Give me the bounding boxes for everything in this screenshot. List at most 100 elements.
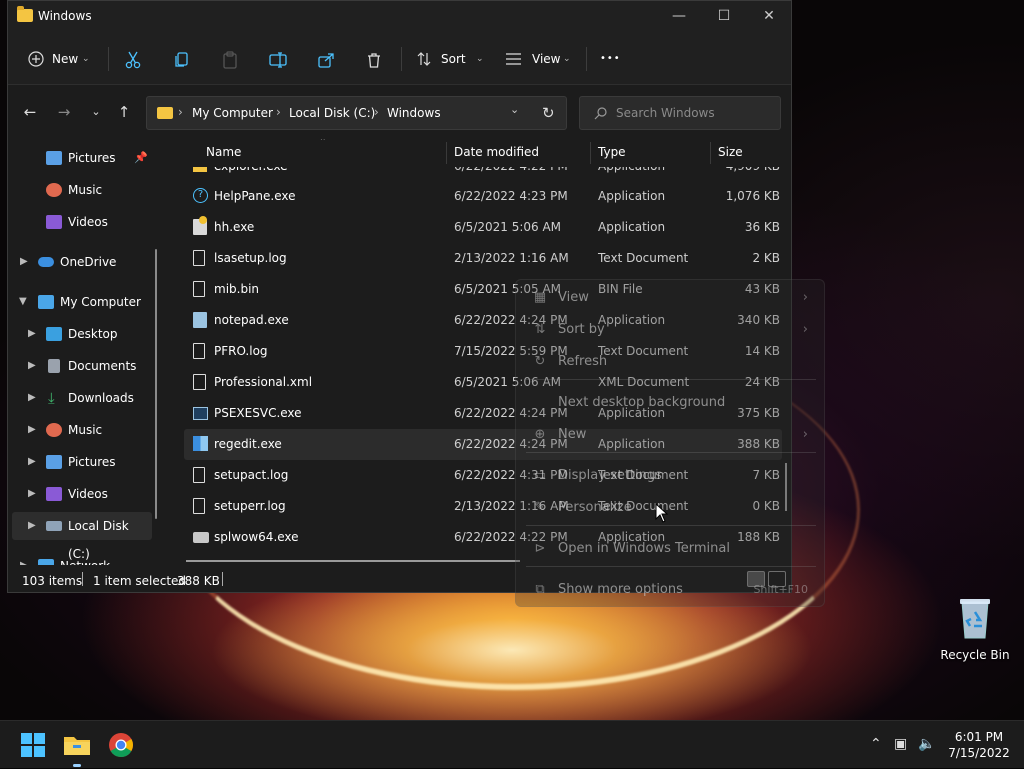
share-icon: ⧉	[535, 582, 545, 597]
maximize-button[interactable]: ☐	[701, 1, 747, 33]
nav-scrollbar[interactable]	[155, 249, 157, 519]
menu-item-view[interactable]: ▦ View ›	[516, 281, 824, 315]
pictures-icon	[46, 151, 62, 165]
paste-button[interactable]	[221, 43, 241, 75]
menu-item-sort-by[interactable]: ⇅ Sort by ›	[516, 313, 824, 347]
network-icon[interactable]: ▣	[894, 736, 907, 752]
search-box[interactable]	[579, 96, 781, 130]
column-header-size[interactable]: Size	[718, 145, 743, 159]
chevron-down-icon: ⌄	[563, 54, 571, 64]
cloud-icon	[38, 257, 54, 267]
column-divider[interactable]	[590, 142, 591, 164]
app-window-icon	[193, 407, 208, 420]
file-date: 2/13/2022 1:16 AM	[454, 251, 569, 265]
volume-icon[interactable]: 🔈	[918, 736, 935, 752]
nav-item-my-computer[interactable]: ▼ My Computer	[8, 288, 156, 316]
folder-icon	[17, 6, 33, 22]
menu-item-display-settings[interactable]: ▭ Display settings	[516, 459, 824, 493]
window-title: Windows	[38, 9, 92, 23]
nav-item-downloads[interactable]: ▶ ⤓ Downloads	[8, 384, 156, 412]
chevron-down-icon: ⌄	[82, 54, 90, 64]
column-divider[interactable]	[446, 142, 447, 164]
file-name: notepad.exe	[214, 313, 289, 327]
recent-chevron-icon[interactable]: ⌄	[84, 100, 108, 124]
documents-icon	[48, 359, 60, 373]
navigation-pane: Pictures 📌 Music Videos ▶ OneDrive ▼ My …	[8, 139, 165, 565]
cut-button[interactable]	[124, 43, 144, 75]
show-hidden-icons-chevron-up-icon[interactable]: ⌃	[870, 736, 882, 752]
share-button[interactable]	[317, 43, 337, 75]
computer-icon	[38, 295, 54, 309]
back-arrow-icon[interactable]: ←	[18, 100, 42, 124]
breadcrumb-windows[interactable]: Windows	[387, 106, 441, 120]
column-header-name[interactable]: Name	[206, 145, 241, 159]
taskbar-clock[interactable]: 6:01 PM 7/15/2022	[940, 729, 1018, 761]
search-input[interactable]	[616, 105, 766, 121]
copy-icon	[175, 52, 188, 67]
file-name: PFRO.log	[214, 344, 268, 358]
nav-item-music[interactable]: ▶ Music	[8, 416, 156, 444]
nav-item-onedrive[interactable]: ▶ OneDrive	[8, 248, 156, 276]
new-button[interactable]: New ⌄	[28, 43, 94, 75]
column-divider[interactable]	[710, 142, 711, 164]
nav-item-pictures[interactable]: ▶ Pictures	[8, 448, 156, 476]
file-name: splwow64.exe	[214, 530, 299, 544]
close-button[interactable]: ✕	[746, 1, 792, 33]
nav-item-music[interactable]: Music	[8, 176, 156, 204]
menu-item-show-more-options[interactable]: ⧉ Show more options Shift+F10	[516, 573, 824, 607]
breadcrumb-my-computer[interactable]: My Computer	[192, 106, 273, 120]
minimize-button[interactable]: —	[656, 1, 702, 33]
nav-item-local-disk[interactable]: ▶ Local Disk (C:)	[12, 512, 152, 561]
table-row[interactable]: ? HelpPane.exe 6/22/2022 4:23 PM Applica…	[184, 181, 782, 212]
address-bar[interactable]: › My Computer › Local Disk (C:) › Window…	[146, 96, 567, 130]
view-button[interactable]: View ⌄	[505, 43, 575, 75]
new-button-label: New	[52, 52, 79, 66]
sort-icon	[417, 52, 431, 66]
chevron-right-icon: ▶	[28, 328, 36, 339]
menu-item-next-background[interactable]: Next desktop background	[516, 386, 824, 420]
share-icon	[318, 53, 334, 68]
copy-button[interactable]	[173, 43, 193, 75]
menu-divider	[526, 452, 816, 453]
menu-item-refresh[interactable]: ↻ Refresh	[516, 345, 824, 379]
table-row[interactable]: lsasetup.log 2/13/2022 1:16 AM Text Docu…	[184, 243, 782, 274]
nav-item-videos[interactable]: ▶ Videos	[8, 480, 156, 508]
see-more-button[interactable]: •••	[600, 43, 622, 75]
nav-item-pictures[interactable]: Pictures 📌	[8, 144, 156, 172]
forward-arrow-icon[interactable]: →	[52, 100, 76, 124]
table-row[interactable]: hh.exe 6/5/2021 5:06 AM Application 36 K…	[184, 212, 782, 243]
start-button[interactable]	[17, 729, 49, 761]
column-header-date[interactable]: Date modified	[454, 145, 539, 159]
menu-item-label: Refresh	[558, 354, 608, 369]
breadcrumb-separator: ›	[178, 105, 183, 119]
horizontal-scrollbar[interactable]	[186, 560, 520, 562]
title-bar[interactable]: Windows — ☐ ✕	[8, 1, 791, 33]
file-name: mib.bin	[214, 282, 260, 296]
delete-button[interactable]	[365, 43, 385, 75]
menu-item-personalize[interactable]: ✎ Personalize	[516, 491, 824, 525]
active-app-indicator	[73, 764, 81, 767]
chrome-taskbar-button[interactable]	[105, 729, 137, 761]
rename-button[interactable]	[269, 43, 289, 75]
nav-item-network[interactable]: ▶ Network	[8, 552, 156, 565]
chevron-right-icon: ▶	[28, 424, 36, 435]
menu-item-open-terminal[interactable]: ⊳ Open in Windows Terminal	[516, 532, 824, 566]
nav-item-label: Downloads	[68, 391, 134, 405]
up-arrow-icon[interactable]: ↑	[112, 100, 136, 124]
nav-item-label: OneDrive	[60, 255, 117, 269]
menu-item-new[interactable]: ⊕ New ›	[516, 418, 824, 452]
breadcrumb-local-disk[interactable]: Local Disk (C:)	[289, 106, 375, 120]
nav-item-label: Documents	[68, 359, 137, 373]
videos-icon	[46, 215, 62, 229]
chrome-icon	[109, 733, 133, 758]
sort-button[interactable]: Sort ⌄	[416, 43, 488, 75]
terminal-icon: ⊳	[534, 541, 546, 556]
nav-item-documents[interactable]: ▶ Documents	[8, 352, 156, 380]
address-history-chevron-icon[interactable]: ⌄	[510, 103, 519, 116]
nav-item-desktop[interactable]: ▶ Desktop	[8, 320, 156, 348]
recycle-bin-shortcut[interactable]: Recycle Bin	[940, 596, 1010, 662]
nav-item-videos[interactable]: Videos	[8, 208, 156, 236]
refresh-icon[interactable]: ↻	[542, 104, 555, 122]
file-explorer-taskbar-button[interactable]	[61, 729, 93, 761]
column-header-type[interactable]: Type	[598, 145, 626, 159]
